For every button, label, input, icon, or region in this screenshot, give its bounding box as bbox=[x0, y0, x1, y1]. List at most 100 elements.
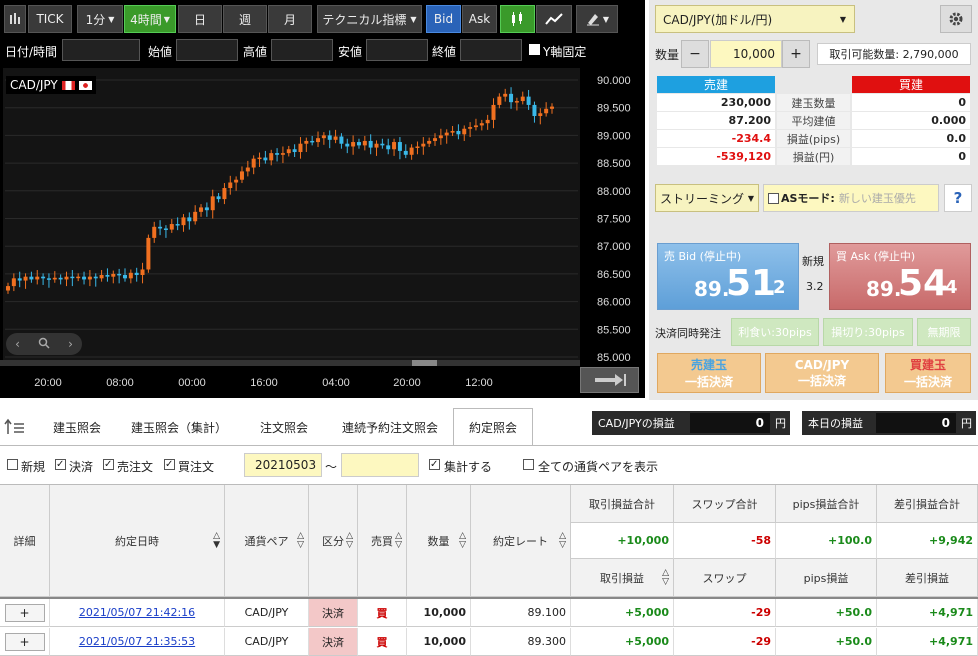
bid-toggle[interactable]: Bid bbox=[426, 5, 461, 33]
header-detail: 詳細 bbox=[0, 485, 50, 597]
tab-positions[interactable]: 建玉照会 bbox=[38, 409, 116, 445]
execution-datetime-link[interactable]: 2021/05/07 21:42:16 bbox=[50, 599, 225, 627]
help-button[interactable]: ? bbox=[944, 184, 972, 212]
sell-bid-button[interactable]: 売 Bid (停止中) 89. 51 2 bbox=[657, 243, 799, 310]
header-qty[interactable]: 数量 △ ▽ bbox=[407, 485, 471, 597]
expand-row-button[interactable]: + bbox=[4, 603, 45, 622]
dropdown-arrow-icon: ▼ bbox=[108, 14, 115, 24]
chart-scrollbar[interactable] bbox=[0, 360, 580, 366]
sell-bulk-line1: 売建玉 bbox=[690, 358, 727, 372]
pair-pnl-value: 0 bbox=[690, 413, 770, 433]
sell-bulk-settle-button[interactable]: 売建玉 一括決済 bbox=[657, 353, 761, 393]
stop-loss-button[interactable]: 損切り:30pips bbox=[823, 318, 913, 346]
as-mode-checkbox[interactable] bbox=[768, 192, 779, 204]
flag-jp-icon bbox=[78, 80, 92, 90]
spread-value: 3.2 bbox=[806, 280, 824, 293]
header-side[interactable]: 売買 △ ▽ bbox=[358, 485, 407, 597]
technical-indicator-dropdown[interactable]: テクニカル指標 ▼ bbox=[317, 5, 422, 33]
x-tick-label: 12:00 bbox=[465, 377, 493, 389]
aggregate-checkbox[interactable]: ✓ bbox=[429, 459, 440, 470]
scroll-right-icon[interactable]: › bbox=[68, 337, 73, 351]
buy-bulk-line2: 一括決済 bbox=[903, 375, 952, 389]
chart-type-icon[interactable] bbox=[4, 5, 26, 33]
panel-resize-icon[interactable] bbox=[0, 409, 28, 445]
qty-input[interactable]: 10,000 bbox=[710, 40, 782, 68]
filter-sell-checkbox[interactable]: ✓ bbox=[103, 459, 114, 470]
scrollbar-thumb[interactable] bbox=[412, 360, 437, 366]
take-profit-button[interactable]: 利食い:30pips bbox=[731, 318, 819, 346]
interval-1m-dropdown[interactable]: 1分 ▼ bbox=[77, 5, 123, 33]
filter-buy-label: 買注文 bbox=[178, 460, 215, 474]
ohlc-close-value bbox=[460, 39, 522, 61]
filter-new-checkbox[interactable] bbox=[7, 459, 18, 470]
today-pnl-display: 本日の損益 0 円 bbox=[802, 411, 976, 435]
ohlc-open-label: 始値 bbox=[148, 45, 173, 59]
total-pl: +10,000 bbox=[571, 523, 674, 559]
drawing-tool-icon[interactable]: ▼ bbox=[576, 5, 618, 33]
execution-net: +4,971 bbox=[877, 628, 978, 656]
x-tick-label: 04:00 bbox=[322, 377, 350, 389]
execution-datetime-link[interactable]: 2021/05/07 21:35:53 bbox=[50, 628, 225, 656]
unlimited-button[interactable]: 無期限 bbox=[917, 318, 971, 346]
y-tick-label: 85.500 bbox=[597, 324, 631, 336]
header-swap-total: スワップ合計 bbox=[674, 485, 776, 523]
all-pairs-checkbox[interactable] bbox=[523, 459, 534, 470]
interval-week-button[interactable]: 週 bbox=[223, 5, 267, 33]
line-chart-icon[interactable] bbox=[536, 5, 572, 33]
header-type[interactable]: 区分 △ ▽ bbox=[309, 485, 358, 597]
as-mode-field[interactable]: ASモード: 新しい建玉優先 bbox=[763, 184, 939, 212]
tab-orders[interactable]: 注文照会 bbox=[248, 409, 320, 445]
header-pl-label: 取引損益 bbox=[600, 571, 644, 585]
x-tick-label: 20:00 bbox=[393, 377, 421, 389]
expand-row-button[interactable]: + bbox=[4, 632, 45, 651]
y-tick-label: 87.500 bbox=[597, 214, 631, 226]
pair-bulk-settle-button[interactable]: CAD/JPY 一括決済 bbox=[765, 353, 879, 393]
filter-buy-checkbox[interactable]: ✓ bbox=[164, 459, 175, 470]
ask-toggle[interactable]: Ask bbox=[462, 5, 497, 33]
date-to-input[interactable] bbox=[341, 453, 419, 477]
execution-pl: +5,000 bbox=[571, 628, 674, 656]
header-rate[interactable]: 約定レート △ ▽ bbox=[471, 485, 571, 597]
dropdown-arrow-icon: ▼ bbox=[410, 14, 417, 24]
y-tick-label: 86.000 bbox=[597, 297, 631, 309]
date-from-input[interactable]: 20210503 bbox=[244, 453, 322, 477]
y-axis-fix-checkbox[interactable] bbox=[529, 44, 540, 55]
sort-icon: △ ▽ bbox=[297, 530, 304, 550]
buy-ask-button[interactable]: 買 Ask (停止中) 89. 54 4 bbox=[829, 243, 971, 310]
pair-select[interactable]: CAD/JPY(加ドル/円) ▼ bbox=[655, 5, 855, 33]
jump-to-latest-button[interactable] bbox=[580, 367, 639, 393]
interval-day-button[interactable]: 日 bbox=[178, 5, 222, 33]
position-row-label: 建玉数量 bbox=[777, 94, 850, 111]
technical-indicator-label: テクニカル指標 bbox=[322, 12, 407, 27]
tab-executions[interactable]: 約定照会 bbox=[453, 408, 533, 446]
candlestick-icon[interactable] bbox=[500, 5, 535, 33]
header-pl[interactable]: 取引損益 △ ▽ bbox=[571, 559, 674, 597]
interval-month-button[interactable]: 月 bbox=[268, 5, 312, 33]
tab-positions-summary[interactable]: 建玉照会（集計） bbox=[124, 409, 234, 445]
ohlc-low-label: 安値 bbox=[338, 45, 363, 59]
execution-side: 買 bbox=[358, 599, 407, 627]
header-datetime[interactable]: 約定日時 △ ▼ bbox=[50, 485, 225, 597]
interval-4h-dropdown[interactable]: 4時間 ▼ bbox=[124, 5, 176, 33]
interval-tick-button[interactable]: TICK bbox=[28, 5, 72, 33]
streaming-mode-select[interactable]: ストリーミング ▼ bbox=[655, 184, 759, 212]
y-tick-label: 88.000 bbox=[597, 186, 631, 198]
tab-divider bbox=[0, 445, 978, 446]
sort-icon: △ ▽ bbox=[559, 530, 566, 550]
execution-side: 買 bbox=[358, 628, 407, 656]
as-mode-value: 新しい建玉優先 bbox=[838, 192, 916, 205]
scroll-left-icon[interactable]: ‹ bbox=[15, 337, 20, 351]
filter-settle-checkbox[interactable]: ✓ bbox=[55, 459, 66, 470]
zoom-search-icon[interactable] bbox=[38, 337, 50, 352]
buy-bulk-settle-button[interactable]: 買建玉 一括決済 bbox=[885, 353, 971, 393]
qty-plus-button[interactable]: + bbox=[782, 40, 810, 68]
y-tick-label: 90.000 bbox=[597, 75, 631, 87]
header-pair[interactable]: 通貨ペア △ ▽ bbox=[225, 485, 309, 597]
tab-linked-orders[interactable]: 連続予約注文照会 bbox=[330, 409, 450, 445]
gear-icon[interactable] bbox=[940, 5, 972, 33]
ask-price-suffix: 4 bbox=[945, 277, 958, 298]
price-chart[interactable]: 90.000 89.500 89.000 88.500 88.000 87.500 87.0… bbox=[0, 68, 645, 398]
execution-pair: CAD/JPY bbox=[225, 628, 309, 656]
qty-minus-button[interactable]: − bbox=[681, 40, 709, 68]
position-row-label: 損益(円) bbox=[777, 148, 850, 165]
